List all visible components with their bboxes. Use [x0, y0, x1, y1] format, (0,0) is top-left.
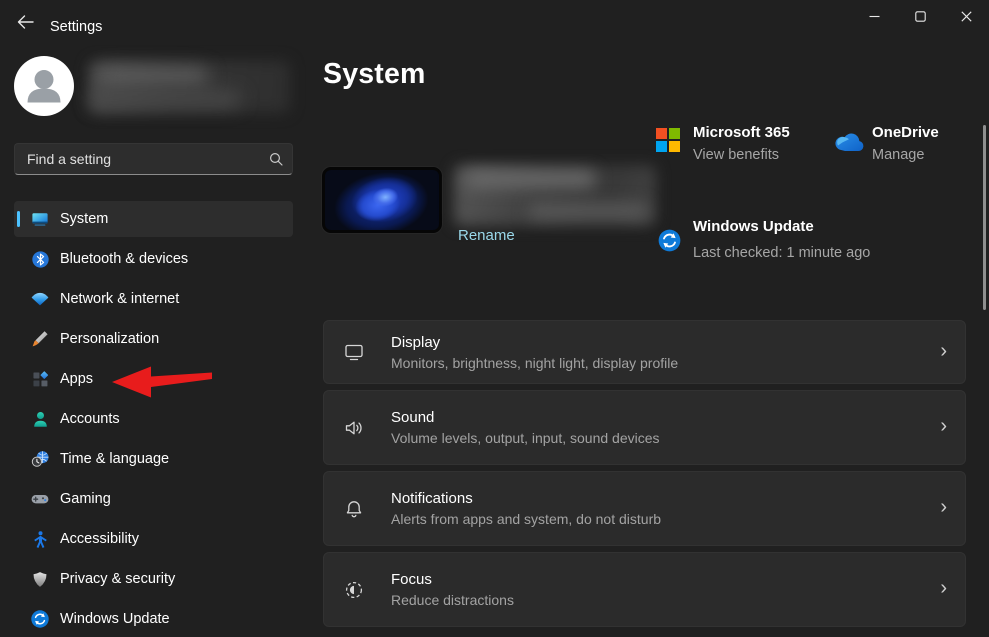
sidebar-item-label: Bluetooth & devices: [60, 251, 188, 267]
settings-row-sound[interactable]: Sound Volume levels, output, input, soun…: [323, 390, 966, 465]
close-icon: [961, 11, 972, 22]
notifications-icon: [343, 498, 365, 520]
sidebar-item-apps[interactable]: Apps: [14, 361, 293, 397]
windows-update-icon: [30, 609, 50, 629]
sidebar-item-privacy-security[interactable]: Privacy & security: [14, 561, 293, 597]
privacy-icon: [30, 569, 50, 589]
caption-controls: [851, 0, 989, 32]
settings-row-display[interactable]: Display Monitors, brightness, night ligh…: [323, 320, 966, 384]
microsoft-365-title: Microsoft 365: [693, 124, 790, 141]
chevron-right-icon: ›: [940, 578, 947, 601]
row-title: Focus: [391, 571, 514, 588]
row-subtitle: Volume levels, output, input, sound devi…: [391, 430, 660, 446]
window-title: Settings: [50, 19, 102, 35]
sidebar-item-accessibility[interactable]: Accessibility: [14, 521, 293, 557]
sidebar-item-label: Accounts: [60, 411, 120, 427]
scrollbar-thumb[interactable]: [983, 125, 986, 310]
row-title: Sound: [391, 409, 660, 426]
sidebar-item-system[interactable]: System: [14, 201, 293, 237]
focus-icon: [343, 579, 365, 601]
row-subtitle: Alerts from apps and system, do not dist…: [391, 511, 661, 527]
windows-update-status-icon: [657, 228, 682, 253]
windows-update-status-block[interactable]: Windows Update Last checked: 1 minute ag…: [693, 218, 871, 265]
system-icon: [30, 209, 50, 229]
personalization-icon: [30, 329, 50, 349]
chevron-right-icon: ›: [940, 341, 947, 364]
accessibility-icon: [30, 529, 50, 549]
windows-update-title: Windows Update: [693, 218, 871, 235]
sidebar-item-bluetooth-devices[interactable]: Bluetooth & devices: [14, 241, 293, 277]
manage-link[interactable]: Manage: [872, 147, 939, 163]
microsoft-365-block: Microsoft 365 View benefits: [693, 124, 790, 163]
device-thumbnail: [322, 167, 442, 233]
settings-row-focus[interactable]: Focus Reduce distractions ›: [323, 552, 966, 627]
sidebar-item-label: Network & internet: [60, 291, 179, 307]
apps-icon: [30, 369, 50, 389]
sidebar-item-label: Time & language: [60, 451, 169, 467]
search-box: [14, 143, 293, 175]
redacted-device-name: [452, 163, 658, 228]
chevron-right-icon: ›: [940, 497, 947, 520]
view-benefits-link[interactable]: View benefits: [693, 147, 790, 163]
sidebar-item-time-language[interactable]: Time & language: [14, 441, 293, 477]
sidebar-item-label: Gaming: [60, 491, 111, 507]
rename-link[interactable]: Rename: [458, 227, 515, 244]
accounts-icon: [30, 409, 50, 429]
wallpaper-bloom: [322, 167, 442, 233]
row-subtitle: Reduce distractions: [391, 592, 514, 608]
titlebar: Settings: [0, 0, 989, 45]
sidebar-item-label: System: [60, 211, 108, 227]
row-title: Notifications: [391, 490, 661, 507]
chevron-right-icon: ›: [940, 416, 947, 439]
gaming-icon: [30, 489, 50, 509]
sidebar-item-gaming[interactable]: Gaming: [14, 481, 293, 517]
avatar: [14, 56, 74, 116]
sidebar-item-label: Accessibility: [60, 531, 139, 547]
search-input[interactable]: [14, 143, 293, 175]
row-title: Display: [391, 334, 678, 351]
back-arrow-icon: [17, 15, 34, 29]
settings-row-notifications[interactable]: Notifications Alerts from apps and syste…: [323, 471, 966, 546]
minimize-icon: [869, 11, 880, 22]
back-button[interactable]: [10, 8, 40, 36]
sidebar-item-network-internet[interactable]: Network & internet: [14, 281, 293, 317]
settings-window: Settings: [0, 0, 989, 637]
sidebar-item-label: Windows Update: [60, 611, 170, 627]
sidebar-item-label: Privacy & security: [60, 571, 175, 587]
sidebar-item-personalization[interactable]: Personalization: [14, 321, 293, 357]
bluetooth-icon: [30, 249, 50, 269]
close-button[interactable]: [943, 0, 989, 32]
sidebar-item-windows-update[interactable]: Windows Update: [14, 601, 293, 637]
onedrive-icon: [833, 131, 865, 153]
search-icon: [269, 152, 283, 166]
last-checked-status: Last checked: 1 minute ago: [693, 242, 871, 265]
network-icon: [30, 289, 50, 309]
microsoft-logo-icon: [656, 128, 682, 154]
person-icon: [14, 56, 74, 116]
onedrive-block: OneDrive Manage: [872, 124, 939, 163]
onedrive-title: OneDrive: [872, 124, 939, 141]
minimize-button[interactable]: [851, 0, 897, 32]
sound-icon: [343, 417, 365, 439]
maximize-icon: [915, 11, 926, 22]
display-icon: [343, 341, 365, 363]
sidebar-item-label: Apps: [60, 371, 93, 387]
sidebar-item-label: Personalization: [60, 331, 159, 347]
page-title: System: [323, 58, 426, 91]
maximize-button[interactable]: [897, 0, 943, 32]
row-subtitle: Monitors, brightness, night light, displ…: [391, 355, 678, 371]
sidebar-item-accounts[interactable]: Accounts: [14, 401, 293, 437]
redacted-user-name: [86, 58, 293, 116]
time-language-icon: [30, 449, 50, 469]
